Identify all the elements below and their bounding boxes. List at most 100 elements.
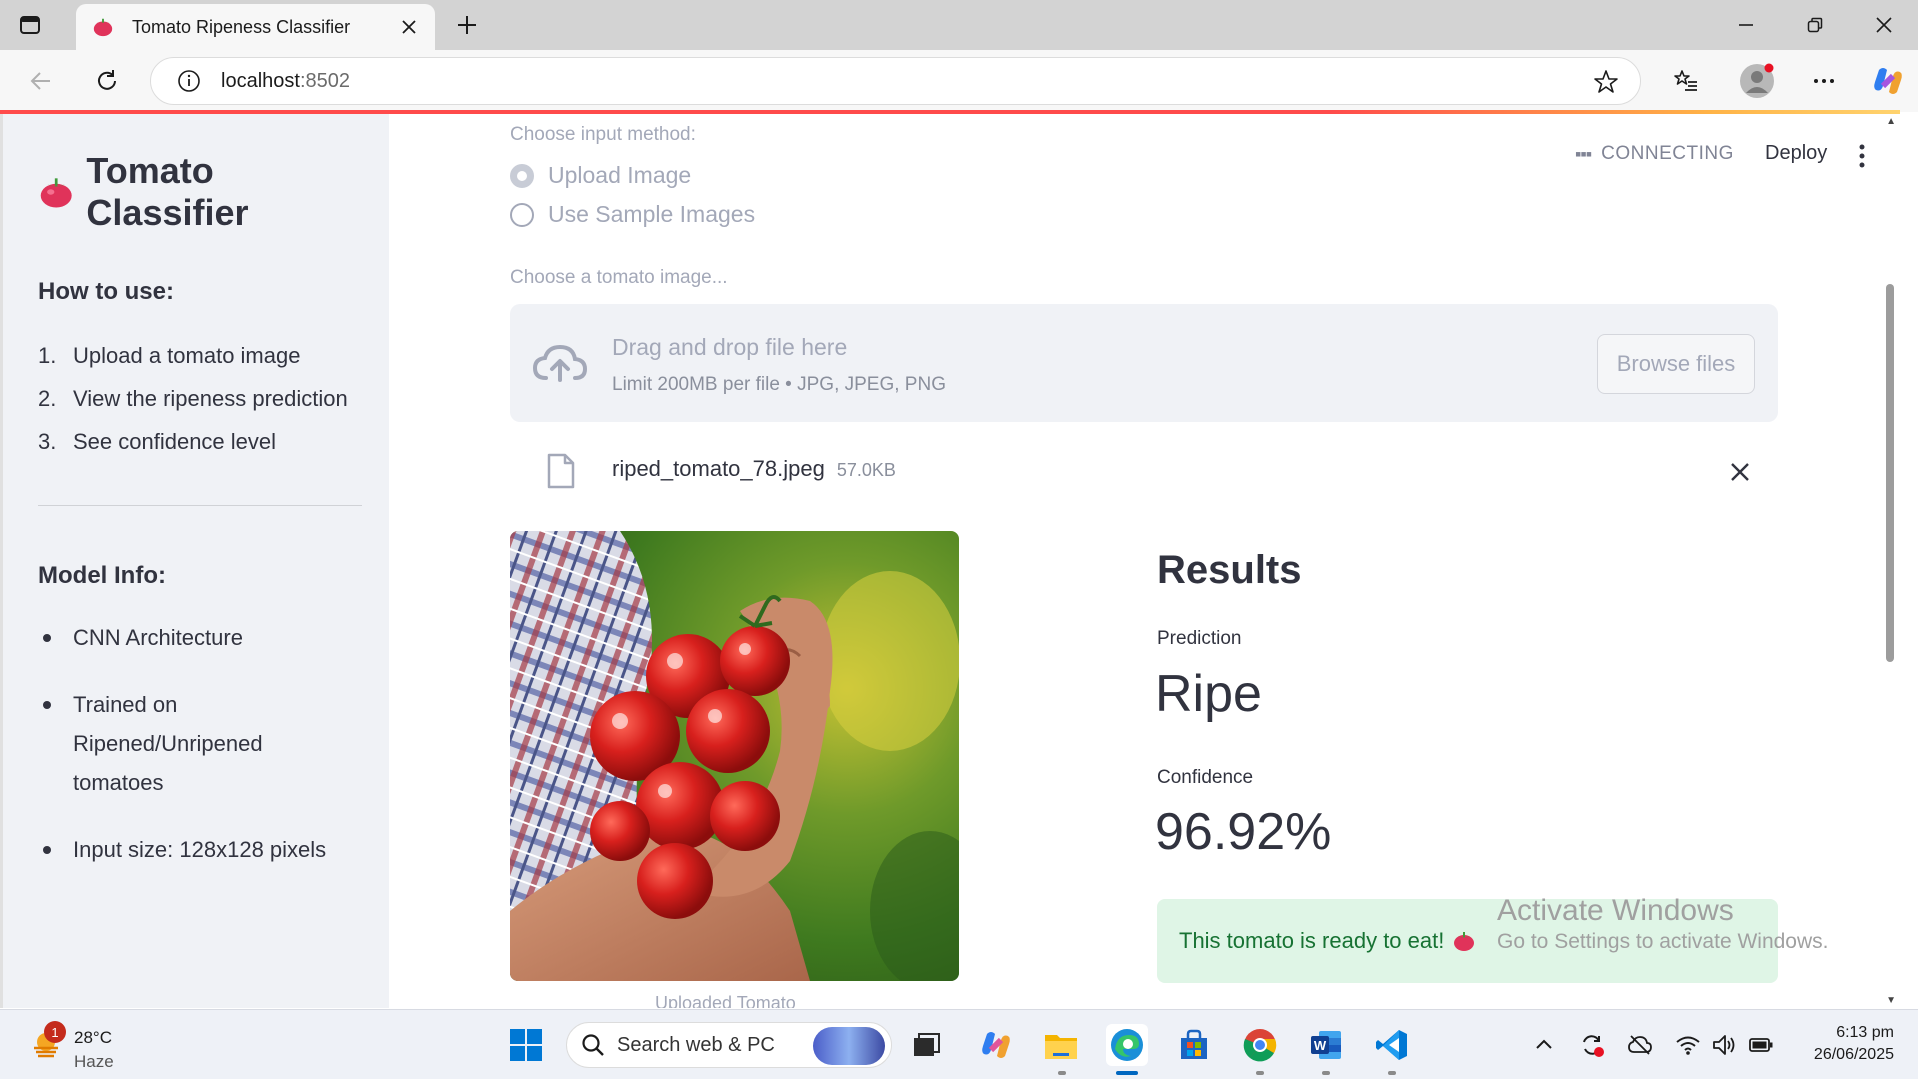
bullet bbox=[38, 830, 73, 869]
more-options-icon[interactable] bbox=[1809, 66, 1839, 96]
radio-label: Upload Image bbox=[548, 162, 692, 188]
watermark-title: Activate Windows bbox=[1497, 894, 1734, 927]
file-name-text: riped_tomato_78.jpeg bbox=[612, 456, 825, 481]
model-info-text: CNN Architecture bbox=[73, 625, 243, 650]
minimize-icon[interactable] bbox=[1733, 12, 1759, 38]
confidence-value: 96.92% bbox=[1155, 803, 1332, 861]
page-scrollbar[interactable] bbox=[1886, 284, 1894, 662]
watermark-subtitle: Go to Settings to activate Windows. bbox=[1497, 930, 1829, 953]
file-name: riped_tomato_78.jpeg 57.0KB bbox=[612, 456, 896, 482]
back-icon[interactable] bbox=[26, 66, 56, 96]
new-tab-icon[interactable] bbox=[454, 12, 480, 38]
browser-toolbar: localhost:8502 bbox=[0, 50, 1918, 112]
word-icon[interactable]: W bbox=[1305, 1024, 1347, 1066]
sidebar-title: Tomato Classifier bbox=[38, 150, 359, 234]
tomato-emoji-icon bbox=[1454, 932, 1475, 951]
dropzone-limits: Limit 200MB per file • JPG, JPEG, PNG bbox=[612, 374, 946, 395]
weather-widget[interactable]: 1 28°C Haze bbox=[26, 1020, 136, 1071]
bullet bbox=[38, 618, 73, 657]
battery-icon[interactable] bbox=[1748, 1032, 1774, 1058]
model-info-list: CNN Architecture Trained on Ripened/Unri… bbox=[38, 618, 359, 869]
browse-files-button[interactable]: Browse files bbox=[1597, 334, 1755, 394]
sync-status-icon[interactable] bbox=[1579, 1032, 1605, 1058]
app-viewport: Tomato Classifier How to use: 1. Upload a… bbox=[0, 114, 1900, 1008]
list-item: 1. Upload a tomato image bbox=[38, 334, 359, 377]
step-text: View the ripeness prediction bbox=[73, 386, 348, 411]
temperature: 28°C bbox=[74, 1028, 112, 1047]
list-item: 2. View the ripeness prediction bbox=[38, 377, 359, 420]
success-text: This tomato is ready to eat! bbox=[1179, 928, 1445, 953]
refresh-icon[interactable] bbox=[92, 66, 122, 96]
file-size: 57.0KB bbox=[836, 460, 896, 480]
image-caption: Uploaded Tomato bbox=[655, 993, 796, 1008]
prediction-value: Ripe bbox=[1155, 665, 1262, 723]
uploader-label: Choose a tomato image... bbox=[510, 267, 728, 288]
radio-unselected-icon bbox=[510, 202, 534, 227]
wifi-icon[interactable] bbox=[1675, 1032, 1701, 1058]
bullet bbox=[38, 685, 73, 802]
tab-actions-icon[interactable] bbox=[18, 13, 42, 37]
browser-tab-active[interactable]: Tomato Ripeness Classifier bbox=[76, 4, 435, 50]
show-hidden-icons-icon[interactable] bbox=[1531, 1032, 1557, 1058]
app-running-indicator bbox=[1058, 1071, 1066, 1075]
close-window-icon[interactable] bbox=[1871, 12, 1897, 38]
radio-sample-images[interactable]: Use Sample Images bbox=[510, 201, 755, 228]
start-icon[interactable] bbox=[505, 1024, 547, 1066]
taskbar-search[interactable]: Search web & PC bbox=[566, 1022, 892, 1068]
clock-time: 6:13 pm bbox=[1836, 1024, 1894, 1041]
scroll-down-icon[interactable]: ▼ bbox=[1886, 995, 1896, 1006]
activate-windows-watermark: Activate Windows Go to Settings to activ… bbox=[1497, 894, 1829, 954]
weather-condition: Haze bbox=[74, 1052, 114, 1071]
remove-file-icon[interactable] bbox=[1728, 460, 1752, 484]
list-item: CNN Architecture bbox=[38, 618, 359, 657]
system-clock[interactable]: 6:13 pm 26/06/2025 bbox=[1790, 1022, 1894, 1066]
scroll-up-icon[interactable]: ▲ bbox=[1886, 116, 1896, 127]
model-info-heading: Model Info: bbox=[38, 562, 166, 589]
cloud-upload-icon bbox=[532, 344, 588, 382]
sidebar-divider bbox=[38, 505, 362, 506]
deploy-button[interactable]: Deploy bbox=[1765, 142, 1827, 165]
list-item: Input size: 128x128 pixels bbox=[38, 830, 359, 869]
how-to-use-list: 1. Upload a tomato image 2. View the ripen… bbox=[38, 334, 359, 463]
file-dropzone[interactable]: Drag and drop file here Limit 200MB per … bbox=[510, 304, 1778, 422]
search-icon bbox=[582, 1034, 604, 1056]
vscode-icon[interactable] bbox=[1371, 1024, 1413, 1066]
profile-avatar-icon[interactable] bbox=[1738, 62, 1776, 100]
list-item: Trained on Ripened/Unripened tomatoes bbox=[38, 685, 359, 802]
tomato-favicon-icon bbox=[93, 18, 113, 37]
svg-text:W: W bbox=[1314, 1038, 1327, 1053]
task-view-icon[interactable] bbox=[905, 1024, 947, 1066]
confidence-label: Confidence bbox=[1157, 767, 1254, 788]
file-icon bbox=[547, 453, 575, 489]
app-running-indicator bbox=[1388, 1071, 1396, 1075]
tab-close-icon[interactable] bbox=[397, 15, 421, 39]
clock-date: 26/06/2025 bbox=[1813, 1046, 1894, 1063]
chrome-icon[interactable] bbox=[1239, 1024, 1281, 1066]
step-number: 2. bbox=[38, 386, 57, 411]
microsoft-store-icon[interactable] bbox=[1173, 1024, 1215, 1066]
onedrive-offline-icon[interactable] bbox=[1627, 1032, 1653, 1058]
radio-upload-image[interactable]: Upload Image bbox=[510, 162, 691, 189]
sidebar: Tomato Classifier How to use: 1. Upload a… bbox=[0, 114, 389, 1008]
copilot-app-icon[interactable] bbox=[975, 1024, 1017, 1066]
site-info-icon[interactable] bbox=[175, 67, 203, 95]
radio-selected-icon bbox=[510, 163, 534, 188]
copilot-icon[interactable] bbox=[1870, 63, 1906, 99]
edge-browser-icon[interactable] bbox=[1106, 1024, 1148, 1066]
url-text[interactable]: localhost:8502 bbox=[221, 70, 350, 93]
step-text: Upload a tomato image bbox=[73, 343, 301, 368]
step-text: See confidence level bbox=[73, 429, 277, 454]
restore-icon[interactable] bbox=[1802, 12, 1828, 38]
volume-icon[interactable] bbox=[1711, 1032, 1737, 1058]
app-running-indicator bbox=[1322, 1071, 1330, 1075]
favorite-star-icon[interactable] bbox=[1592, 68, 1620, 96]
main-menu-icon[interactable] bbox=[1858, 144, 1866, 168]
favorites-icon[interactable] bbox=[1671, 66, 1701, 96]
step-number: 3. bbox=[38, 429, 57, 454]
url-port: :8502 bbox=[299, 69, 350, 92]
dropzone-instructions: Drag and drop file here bbox=[612, 334, 848, 360]
file-explorer-icon[interactable] bbox=[1040, 1024, 1082, 1066]
address-bar[interactable]: localhost:8502 bbox=[150, 57, 1641, 105]
tab-title: Tomato Ripeness Classifier bbox=[132, 16, 351, 37]
uploaded-file-item: riped_tomato_78.jpeg 57.0KB bbox=[510, 444, 1778, 500]
